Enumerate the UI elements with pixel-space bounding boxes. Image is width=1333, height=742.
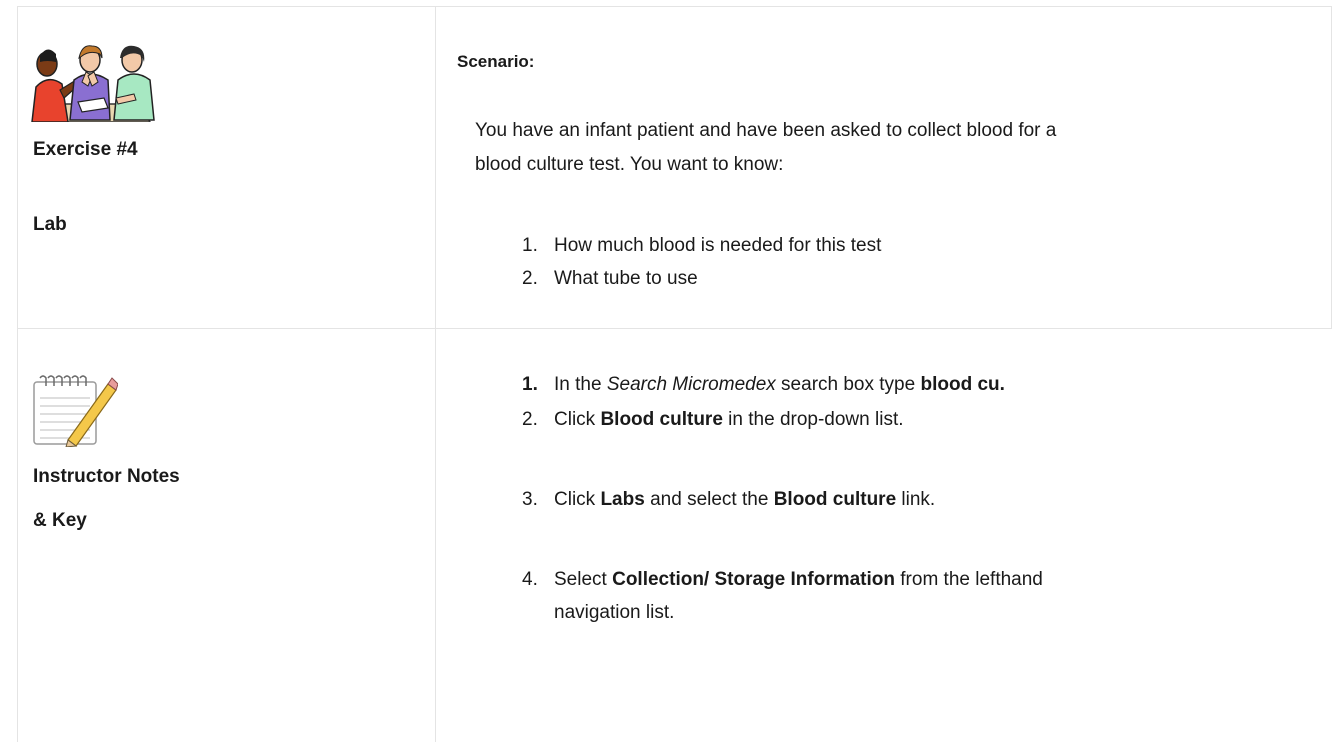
- step-number: 4.: [522, 569, 538, 590]
- scenario-list-item: 2. What tube to use: [522, 264, 698, 294]
- step-text-bold: Blood culture: [600, 409, 723, 430]
- step-text-bold: Collection/ Storage Information: [612, 569, 895, 590]
- step-text: and select the: [644, 489, 774, 510]
- table-border-right: [1331, 6, 1332, 328]
- list-text: How much blood is needed for this test: [554, 235, 882, 256]
- step-text: link.: [896, 489, 936, 510]
- table-border-top: [17, 6, 1332, 7]
- notepad-pencil-icon: [30, 372, 119, 448]
- instruction-step-1: 1. In the Search Micromedex search box ty…: [522, 370, 1005, 400]
- table-column-divider: [435, 6, 436, 742]
- list-text: What tube to use: [554, 268, 698, 289]
- table-border-left: [17, 6, 18, 742]
- instruction-step-2: 2. Click Blood culture in the drop-down l…: [522, 405, 904, 435]
- step-number: 1.: [522, 374, 538, 395]
- table-row-divider: [17, 328, 1332, 329]
- instructor-notes-title-2: & Key: [33, 510, 87, 531]
- list-number: 1.: [522, 235, 538, 256]
- people-talking-icon: [30, 42, 155, 123]
- step-number: 2.: [522, 409, 538, 430]
- step-text: Click: [554, 409, 601, 430]
- step-text: in the drop-down list.: [722, 409, 904, 430]
- step-text-bold: Blood culture: [773, 489, 897, 510]
- exercise-title: Exercise #4: [33, 139, 138, 160]
- scenario-line-2: blood culture test. You want to know:: [475, 154, 784, 175]
- exercise-category: Lab: [33, 214, 67, 235]
- instruction-step-4-cont: navigation list.: [554, 602, 675, 623]
- step-text: Select: [554, 569, 613, 590]
- instruction-step-4: 4. Select Collection/ Storage Information…: [522, 565, 1043, 595]
- step-text-bold: Labs: [600, 489, 645, 510]
- scenario-line-1: You have an infant patient and have been…: [475, 120, 1057, 141]
- instruction-step-3: 3. Click Labs and select the Blood cultur…: [522, 485, 935, 515]
- step-text: search box type: [775, 374, 921, 395]
- step-text: Click: [554, 489, 601, 510]
- instructor-notes-title: Instructor Notes: [33, 466, 180, 487]
- step-text: from the lefthand: [895, 569, 1043, 590]
- step-text-italic: Search Micromedex: [606, 374, 776, 395]
- step-text: In the: [554, 374, 607, 395]
- step-text-bold: blood cu.: [920, 374, 1005, 395]
- step-number: 3.: [522, 489, 538, 510]
- list-number: 2.: [522, 268, 538, 289]
- scenario-heading: Scenario:: [457, 52, 535, 71]
- scenario-list-item: 1. How much blood is needed for this test: [522, 231, 881, 261]
